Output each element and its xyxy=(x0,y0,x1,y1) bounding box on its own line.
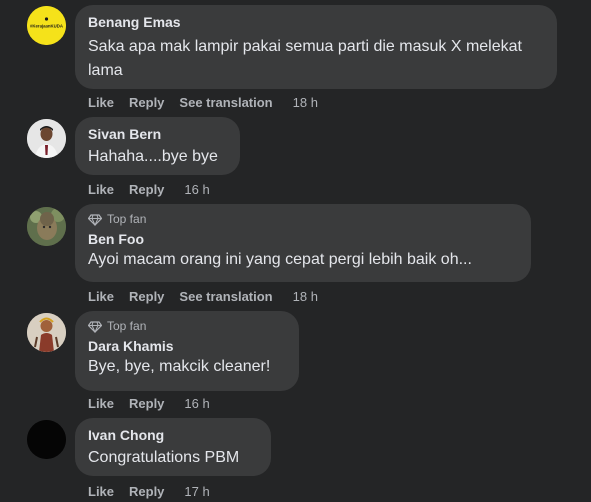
top-fan-badge[interactable]: Top fan xyxy=(88,319,286,334)
like-button[interactable]: Like xyxy=(88,484,114,499)
like-button[interactable]: Like xyxy=(88,95,114,110)
comment-author[interactable]: Sivan Bern xyxy=(88,125,227,143)
reply-button[interactable]: Reply xyxy=(129,289,164,304)
like-button[interactable]: Like xyxy=(88,182,114,197)
avatar-image xyxy=(27,207,66,246)
reply-button[interactable]: Reply xyxy=(129,484,164,499)
avatar-image xyxy=(27,119,66,158)
comment-author[interactable]: Dara Khamis xyxy=(88,337,286,355)
comment-time[interactable]: 17 h xyxy=(184,484,209,499)
diamond-icon xyxy=(88,213,102,226)
comment-text: Ayoi macam orang ini yang cepat pergi le… xyxy=(88,251,472,268)
avatar[interactable] xyxy=(27,207,66,246)
comment-time[interactable]: 16 h xyxy=(184,182,209,197)
badge-label: Top fan xyxy=(107,319,147,333)
comment-actions: Like Reply See translation 18 h xyxy=(88,289,318,304)
comment-time[interactable]: 18 h xyxy=(293,289,318,304)
comment-actions: Like Reply 16 h xyxy=(88,396,210,411)
comment-bubble: Top fan Dara Khamis Bye, bye, makcik cle… xyxy=(75,311,299,391)
comment-actions: Like Reply See translation 18 h xyxy=(88,95,318,110)
svg-text:#KerajaanKUDA: #KerajaanKUDA xyxy=(30,24,63,29)
comment-bubble: Ivan Chong Congratulations PBM xyxy=(75,418,271,476)
top-fan-badge[interactable]: Top fan xyxy=(88,212,518,227)
avatar-image: #KerajaanKUDA xyxy=(27,6,66,45)
comments-feed: #KerajaanKUDA Benang Emas Saka apa mak l… xyxy=(0,0,591,502)
comment-text: Bye, bye, makcik cleaner! xyxy=(88,358,271,375)
comment-bubble: Top fan Ben Foo Ayoi macam orang ini yan… xyxy=(75,204,531,282)
avatar-image xyxy=(27,313,66,352)
comment-time[interactable]: 16 h xyxy=(184,396,209,411)
comment-bubble: Benang Emas Saka apa mak lampir pakai se… xyxy=(75,5,557,89)
comment-author[interactable]: Ivan Chong xyxy=(88,426,258,444)
avatar[interactable] xyxy=(27,420,66,459)
reply-button[interactable]: Reply xyxy=(129,396,164,411)
avatar[interactable] xyxy=(27,313,66,352)
comment-actions: Like Reply 17 h xyxy=(88,484,210,499)
see-translation-button[interactable]: See translation xyxy=(179,95,272,110)
comment-text: Saka apa mak lampir pakai semua parti di… xyxy=(88,38,522,79)
reply-button[interactable]: Reply xyxy=(129,182,164,197)
like-button[interactable]: Like xyxy=(88,396,114,411)
avatar[interactable]: #KerajaanKUDA xyxy=(27,6,66,45)
badge-label: Top fan xyxy=(107,212,147,226)
see-translation-button[interactable]: See translation xyxy=(179,289,272,304)
comment-author[interactable]: Benang Emas xyxy=(88,13,544,31)
avatar[interactable] xyxy=(27,119,66,158)
comment-time[interactable]: 18 h xyxy=(293,95,318,110)
comment-author[interactable]: Ben Foo xyxy=(88,230,518,248)
comment-text: Hahaha....bye bye xyxy=(88,148,218,165)
comment-actions: Like Reply 16 h xyxy=(88,182,210,197)
comment-bubble: Sivan Bern Hahaha....bye bye xyxy=(75,117,240,175)
diamond-icon xyxy=(88,320,102,333)
like-button[interactable]: Like xyxy=(88,289,114,304)
reply-button[interactable]: Reply xyxy=(129,95,164,110)
comment-text: Congratulations PBM xyxy=(88,449,240,466)
avatar-image xyxy=(27,420,66,459)
